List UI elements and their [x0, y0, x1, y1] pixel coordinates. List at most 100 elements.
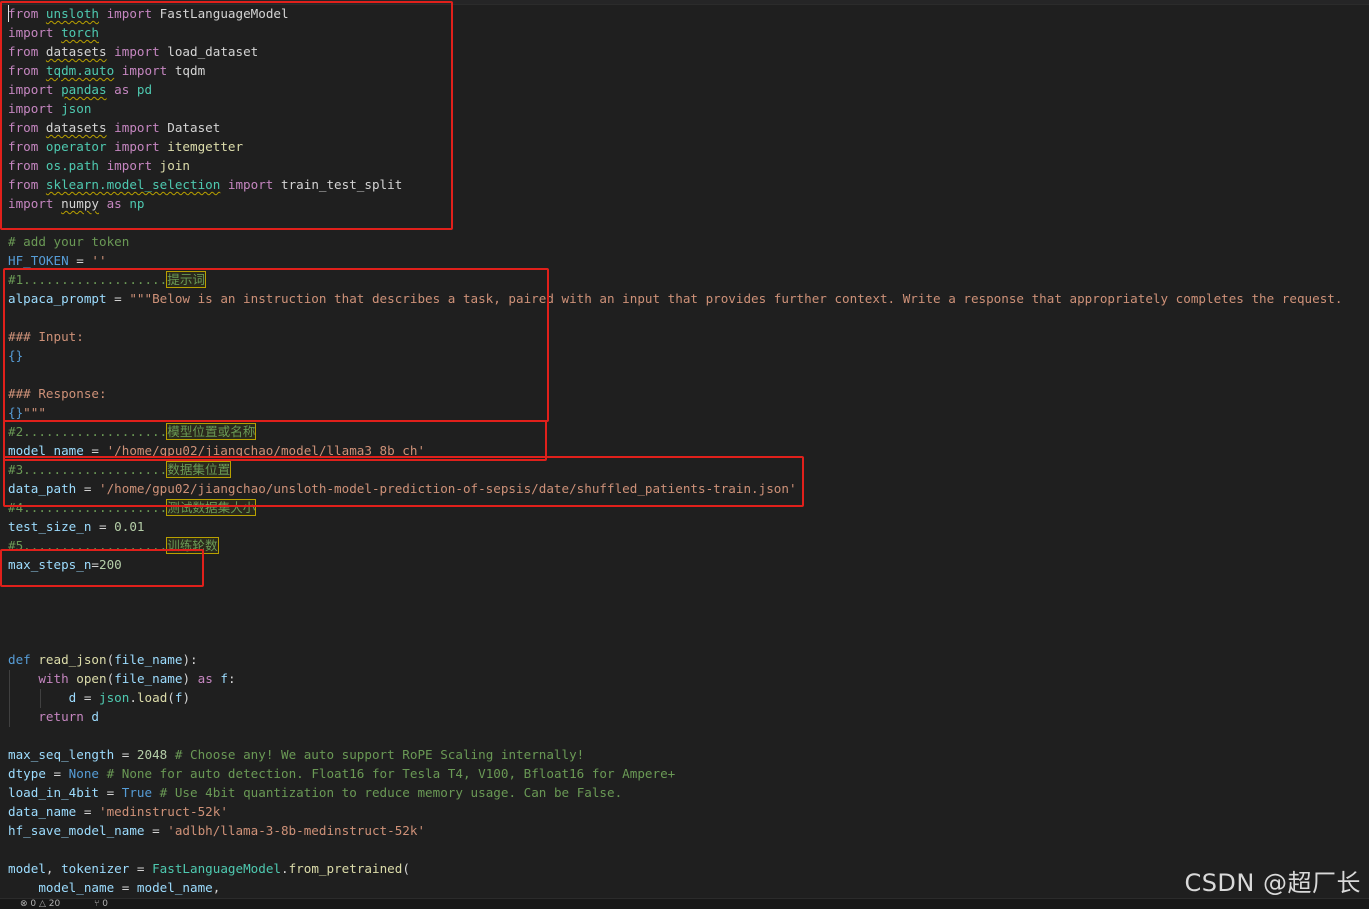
- code-token: =: [76, 690, 100, 705]
- code-token: read_json: [38, 652, 107, 667]
- code-line[interactable]: data_name = 'medinstruct-52k': [8, 802, 228, 821]
- code-token: from: [8, 139, 46, 154]
- code-line[interactable]: {}""": [8, 403, 46, 422]
- code-token: data_path: [8, 481, 77, 496]
- code-token: {}: [8, 348, 24, 363]
- code-line[interactable]: import json: [8, 99, 91, 118]
- code-line[interactable]: HF_TOKEN = '': [8, 251, 107, 270]
- code-token: join: [159, 158, 191, 173]
- code-line[interactable]: return d: [8, 707, 99, 726]
- code-token: =: [76, 804, 99, 819]
- code-token: =: [114, 880, 137, 895]
- code-token: model_name: [8, 443, 84, 458]
- code-token: max_seq_length: [8, 747, 115, 762]
- code-line[interactable]: model, tokenizer = FastLanguageModel.fro…: [8, 859, 410, 878]
- code-token: os.path: [45, 158, 99, 173]
- code-token: '/home/gpu02/jiangchao/model/llama3_8b_c…: [106, 443, 426, 458]
- code-token: # add your token: [8, 234, 130, 249]
- code-line[interactable]: from tqdm.auto import tqdm: [8, 61, 205, 80]
- code-line[interactable]: {}: [8, 346, 23, 365]
- code-token: d: [91, 709, 100, 724]
- code-line[interactable]: max_steps_n=200: [8, 555, 122, 574]
- code-token: (: [167, 690, 175, 705]
- code-token: FastLanguageModel: [159, 6, 289, 21]
- code-token: =: [114, 747, 137, 762]
- code-token: ,: [45, 861, 62, 876]
- code-line[interactable]: def read_json(file_name):: [8, 650, 198, 669]
- code-token: train_test_split: [280, 177, 403, 192]
- code-token: =: [106, 291, 130, 306]
- code-line[interactable]: with open(file_name) as f:: [8, 669, 236, 688]
- code-token: as: [99, 196, 130, 211]
- code-token: json: [99, 690, 130, 705]
- code-token: import: [8, 82, 62, 97]
- code-line[interactable]: from operator import itemgetter: [8, 137, 243, 156]
- code-line[interactable]: model_name = '/home/gpu02/jiangchao/mode…: [8, 441, 425, 460]
- code-token: 提示词: [166, 271, 207, 288]
- code-line[interactable]: model_name = model_name,: [8, 878, 220, 897]
- code-token: datasets: [45, 44, 107, 59]
- code-line[interactable]: from sklearn.model_selection import trai…: [8, 175, 402, 194]
- code-line[interactable]: import pandas as pd: [8, 80, 152, 99]
- code-token: datasets: [45, 120, 107, 135]
- code-token: load_in_4bit: [8, 785, 99, 800]
- code-token: dtype: [8, 766, 46, 781]
- code-line[interactable]: d = json.load(f): [8, 688, 190, 707]
- code-token: import: [114, 63, 175, 78]
- code-token: =: [83, 443, 107, 458]
- code-line[interactable]: dtype = None # None for auto detection. …: [8, 764, 675, 783]
- code-token: HF_TOKEN: [8, 253, 69, 268]
- code-line[interactable]: hf_save_model_name = 'adlbh/llama-3-8b-m…: [8, 821, 425, 840]
- code-line[interactable]: max_seq_length = 2048 # Choose any! We a…: [8, 745, 584, 764]
- code-line[interactable]: from unsloth import FastLanguageModel: [8, 4, 289, 23]
- code-token: from_pretrained: [288, 861, 403, 876]
- code-token: FastLanguageModel: [152, 861, 281, 876]
- code-line[interactable]: #2...................模型位置或名称: [8, 422, 257, 441]
- code-line[interactable]: data_path = '/home/gpu02/jiangchao/unslo…: [8, 479, 797, 498]
- code-token: """: [23, 405, 46, 420]
- code-token: {}: [8, 405, 24, 420]
- code-token: import: [8, 196, 62, 211]
- code-token: data_name: [8, 804, 77, 819]
- code-token: .: [129, 690, 137, 705]
- code-line[interactable]: #3...................数据集位置: [8, 460, 232, 479]
- code-token: tqdm.auto: [45, 63, 115, 78]
- code-token: 'medinstruct-52k': [99, 804, 228, 819]
- code-token: '/home/gpu02/jiangchao/unsloth-model-pre…: [99, 481, 797, 496]
- code-line[interactable]: #1...................提示词: [8, 270, 207, 289]
- code-token: open: [76, 671, 107, 686]
- code-token: (: [402, 861, 410, 876]
- code-token: 'adlbh/llama-3-8b-medinstruct-52k': [167, 823, 426, 838]
- code-line[interactable]: import numpy as np: [8, 194, 145, 213]
- code-line[interactable]: ### Input:: [8, 327, 84, 346]
- code-token: f: [220, 671, 228, 686]
- code-token: 模型位置或名称: [166, 423, 257, 440]
- code-line[interactable]: import torch: [8, 23, 99, 42]
- code-line[interactable]: ### Response:: [8, 384, 107, 403]
- code-token: # Use 4bit quantization to reduce memory…: [152, 785, 623, 800]
- code-line[interactable]: load_in_4bit = True # Use 4bit quantizat…: [8, 783, 622, 802]
- code-token: from: [8, 120, 46, 135]
- code-token: #4...................: [8, 500, 168, 515]
- code-line[interactable]: from datasets import load_dataset: [8, 42, 258, 61]
- code-line[interactable]: test_size_n = 0.01: [8, 517, 145, 536]
- code-token: =: [129, 861, 153, 876]
- code-line[interactable]: from datasets import Dataset: [8, 118, 220, 137]
- code-token: tokenizer: [61, 861, 130, 876]
- code-line[interactable]: # add your token: [8, 232, 129, 251]
- code-line[interactable]: #4...................测试数据集大小: [8, 498, 257, 517]
- code-editor[interactable]: from unsloth import FastLanguageModel imp…: [0, 0, 1369, 898]
- code-line[interactable]: alpaca_prompt = """Below is an instructi…: [8, 289, 1342, 308]
- code-token: as: [106, 82, 137, 97]
- code-line[interactable]: from os.path import join: [8, 156, 190, 175]
- status-bar: ⊗ 0 △ 20 ⑂ 0: [0, 898, 1369, 909]
- code-token: itemgetter: [167, 139, 244, 154]
- code-token: model_name: [38, 880, 115, 895]
- indent-guide: [40, 689, 41, 708]
- code-token: """Below is an instruction that describe…: [129, 291, 1343, 306]
- code-token: :: [227, 671, 236, 686]
- code-line[interactable]: #5...................训练轮数: [8, 536, 219, 555]
- code-token: return: [38, 709, 92, 724]
